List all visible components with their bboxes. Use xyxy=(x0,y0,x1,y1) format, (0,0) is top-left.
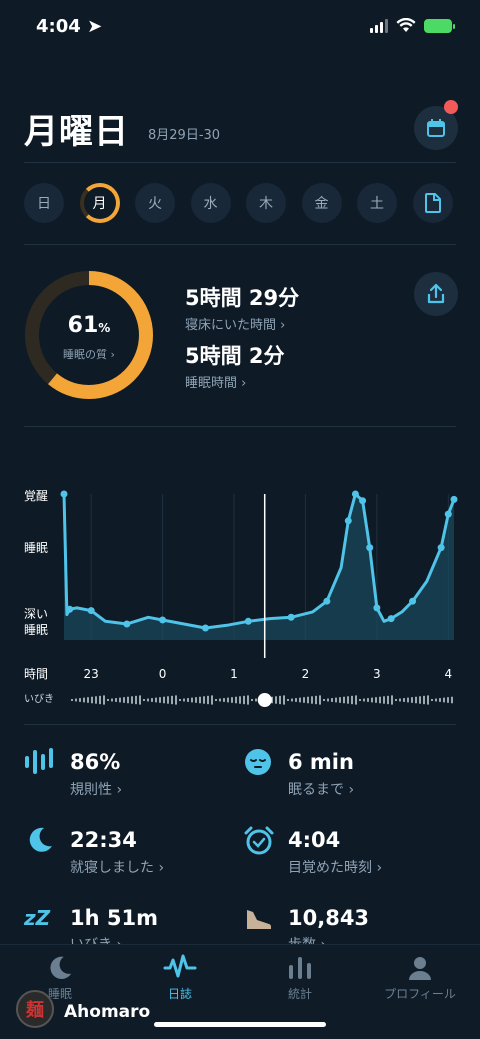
home-indicator[interactable] xyxy=(154,1022,326,1027)
stats-bars-icon xyxy=(289,957,311,979)
x-tick-label: 23 xyxy=(84,667,99,681)
sleep-point xyxy=(444,510,452,518)
sleep-point xyxy=(437,544,445,552)
divider xyxy=(24,162,456,163)
sleep-point xyxy=(287,613,295,621)
day-wednesday[interactable]: 水 xyxy=(190,183,231,223)
metric-regularity-icon xyxy=(24,748,56,780)
day-tuesday[interactable]: 火 xyxy=(135,183,175,223)
sleep-point xyxy=(123,620,131,628)
weekday-selector: 日 月 火 水 木 金 土 xyxy=(24,183,453,223)
wave-icon xyxy=(163,954,197,978)
time-in-bed-label[interactable]: 寝床にいた時間 › xyxy=(185,314,285,333)
x-tick-label: 0 xyxy=(159,667,167,681)
sleep-point xyxy=(409,597,417,605)
metric-wake-icon xyxy=(244,826,274,860)
day-monday[interactable]: 月 xyxy=(79,183,120,223)
sleep-point xyxy=(159,616,167,624)
sleep-area xyxy=(64,494,454,640)
alarm-clock-icon xyxy=(244,826,274,855)
divider xyxy=(24,244,456,245)
time-asleep-label[interactable]: 睡眠時間 › xyxy=(185,372,246,391)
metric-bedtime-label[interactable]: 就寝しました › xyxy=(70,857,164,877)
x-tick-label: 2 xyxy=(302,667,310,681)
sleep-quality-value: 61% xyxy=(67,313,111,338)
x-tick-label: 4 xyxy=(444,667,452,681)
day-friday[interactable]: 金 xyxy=(301,183,342,223)
x-tick-label: 1 xyxy=(230,667,238,681)
tab-journal-label: 日誌 xyxy=(167,987,192,1001)
tab-stats-label: 統計 xyxy=(287,987,312,1001)
cellular-signal-icon xyxy=(370,18,388,33)
metric-snore-value: 1h 51m xyxy=(70,906,158,930)
notes-button[interactable] xyxy=(412,183,453,223)
sleep-point xyxy=(60,490,68,498)
sleep-line xyxy=(62,492,456,630)
page-title: 月曜日 xyxy=(24,112,129,152)
metric-wake-label[interactable]: 目覚めた時刻 › xyxy=(288,857,382,877)
day-thursday[interactable]: 木 xyxy=(246,183,286,223)
metric-regularity-value: 86% xyxy=(70,750,121,774)
metric-sleep-onset-icon xyxy=(244,748,272,780)
tab-profile[interactable]: プロフィール xyxy=(360,953,480,1002)
user-name: Ahomaro xyxy=(64,1002,151,1022)
tab-stats[interactable]: 統計 xyxy=(240,953,360,1002)
sleep-point xyxy=(351,490,359,498)
sleep-point xyxy=(201,624,209,632)
sleep-point xyxy=(344,517,352,525)
shoe-icon xyxy=(247,910,272,929)
time-asleep-value: 5時間 2分 xyxy=(185,344,285,368)
sleep-stage-chart[interactable]: 23 0 1 2 3 4 xyxy=(0,480,480,710)
tab-sleep[interactable]: 睡眠 xyxy=(0,953,120,1002)
metric-bedtime-value: 22:34 xyxy=(70,828,137,852)
document-icon xyxy=(424,193,441,213)
status-indicators xyxy=(370,18,455,33)
sleepy-face-icon xyxy=(245,749,271,775)
sleep-point xyxy=(387,615,395,623)
metric-sleep-onset-value: 6 min xyxy=(288,750,354,774)
moon-icon xyxy=(29,827,52,852)
notification-badge xyxy=(444,100,458,114)
sleep-point xyxy=(359,497,367,505)
sleep-point xyxy=(87,607,95,615)
sleep-point xyxy=(366,544,374,552)
x-tick-label: 3 xyxy=(373,667,381,681)
sleep-quality-label[interactable]: 睡眠の質 › xyxy=(24,346,154,362)
tab-profile-label: プロフィール xyxy=(384,987,456,1001)
share-button[interactable] xyxy=(414,272,458,316)
sleep-point xyxy=(244,617,252,625)
date-range: 8月29日-30 xyxy=(148,128,221,143)
day-sunday[interactable]: 日 xyxy=(24,183,64,223)
sleep-point xyxy=(323,597,331,605)
snore-scrubber xyxy=(257,693,272,707)
divider xyxy=(24,724,456,725)
tab-journal[interactable]: 日誌 xyxy=(120,953,240,1002)
location-arrow-icon: ➤ xyxy=(87,16,103,37)
metric-steps-icon xyxy=(244,906,274,936)
wifi-icon xyxy=(396,18,416,32)
time-in-bed-value: 5時間 29分 xyxy=(185,286,300,310)
snore-zz-icon: zZ xyxy=(24,906,51,930)
status-time: 4:04 ➤ xyxy=(36,16,103,37)
person-icon xyxy=(409,957,431,980)
sleep-point xyxy=(66,605,74,613)
metric-steps-value: 10,843 xyxy=(288,906,370,930)
day-saturday[interactable]: 土 xyxy=(357,183,397,223)
metric-regularity-label[interactable]: 規則性 › xyxy=(70,779,122,799)
moon-icon xyxy=(50,956,72,979)
regularity-bars-icon xyxy=(25,748,53,774)
divider xyxy=(24,426,456,427)
battery-icon xyxy=(424,18,455,33)
avatar: 麺 xyxy=(16,990,54,1028)
calendar-icon xyxy=(427,119,445,137)
sleep-point xyxy=(450,495,458,503)
metric-bedtime-icon xyxy=(26,826,54,858)
metric-wake-value: 4:04 xyxy=(288,828,341,852)
sleep-point xyxy=(373,604,381,612)
share-icon xyxy=(427,283,445,304)
metric-sleep-onset-label[interactable]: 眠るまで › xyxy=(288,779,354,799)
